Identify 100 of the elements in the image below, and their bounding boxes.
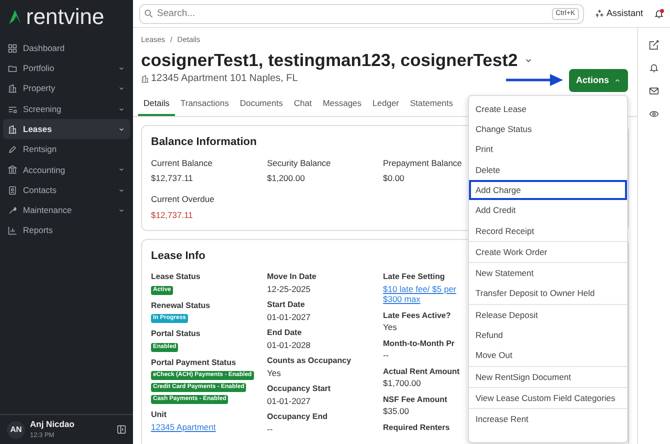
menu-item[interactable]: Release Deposit — [469, 304, 627, 326]
field-label: Month-to-Month Pr — [383, 338, 455, 349]
logo-text: rentvine — [26, 6, 104, 28]
field-label: Current Overdue — [151, 193, 214, 206]
menu-item[interactable]: Create Lease — [469, 99, 627, 120]
eye-icon[interactable] — [649, 109, 659, 119]
sidebar-item[interactable]: Leases — [3, 119, 130, 140]
card-title: Balance Information — [151, 135, 257, 150]
card-title: Lease Info — [151, 248, 206, 264]
field-value: $12,737.11 — [151, 208, 193, 222]
menu-item[interactable]: Increase Rent — [469, 409, 627, 430]
tab[interactable]: Details — [138, 94, 175, 116]
bell-icon[interactable] — [649, 63, 659, 73]
field-value: $12,737.11 — [151, 172, 193, 185]
field-label: Counts as Occupancy — [267, 356, 352, 366]
collapse-sidebar-icon — [117, 425, 126, 434]
field-label: NSF Fee Amount — [383, 394, 448, 405]
grid-icon — [8, 44, 17, 53]
menu-item[interactable]: Move Out — [469, 346, 627, 366]
field-value: Yes — [383, 322, 397, 332]
folder-icon — [8, 64, 17, 73]
field-value: Yes — [267, 368, 281, 378]
field-value: -- — [267, 424, 273, 434]
list-icon — [8, 104, 17, 114]
chart-icon — [8, 226, 17, 236]
chevron-down-icon — [118, 126, 125, 133]
field-label: Occupancy Start — [267, 384, 331, 394]
menu-item[interactable]: Add Charge — [469, 180, 627, 200]
search-icon — [144, 9, 153, 18]
chevron-down-icon — [118, 207, 125, 214]
field-label: Portal Status — [151, 329, 200, 340]
sidebar-item[interactable]: Screening — [3, 98, 130, 120]
field-value: $1,700.00 — [383, 378, 421, 388]
menu-item[interactable]: Delete — [469, 160, 627, 180]
sidebar-item[interactable]: Property — [3, 78, 130, 99]
contact-icon — [8, 186, 17, 195]
value-link[interactable]: $300 max — [383, 294, 420, 304]
menu-item[interactable]: Record Receipt — [469, 220, 627, 242]
tab[interactable]: Transactions — [174, 94, 234, 116]
field-label: End Date — [267, 328, 302, 338]
tab[interactable]: Ledger — [367, 94, 405, 116]
field-value: -- — [383, 350, 389, 360]
user-avatar: AN — [7, 420, 25, 438]
pen-icon — [8, 145, 17, 154]
sidebar-item[interactable]: Rentsign — [3, 139, 130, 160]
notification-bell[interactable] — [654, 8, 664, 18]
building-icon — [8, 124, 17, 134]
field-label: Late Fee Setting — [383, 272, 445, 282]
chevron-down-icon — [118, 64, 125, 72]
chevron-down-icon — [118, 85, 125, 92]
field-label: Portal Payment Status — [151, 358, 236, 368]
menu-item[interactable]: Create Work Order — [469, 242, 627, 262]
menu-item[interactable]: Print — [469, 140, 627, 160]
chevron-down-icon — [118, 186, 125, 194]
sidebar-item[interactable]: Maintenance — [3, 200, 130, 221]
tab[interactable]: Statements — [404, 94, 459, 116]
menu-item[interactable]: Refund — [469, 325, 627, 346]
tab[interactable]: Chat — [288, 94, 318, 116]
menu-item[interactable]: Change Status — [469, 119, 627, 140]
sidebar-item[interactable]: Dashboard — [3, 38, 130, 58]
menu-item[interactable]: Transfer Deposit to Owner Held — [469, 284, 627, 304]
menu-item[interactable]: View Lease Custom Field Categories — [469, 388, 627, 408]
notification-dot — [660, 8, 664, 12]
chevron-up-icon — [614, 77, 621, 84]
field-value: $0.00 — [383, 172, 404, 185]
page-title: cosignerTest1, testingman123, cosignerTest2 — [141, 50, 518, 72]
annotation-arrow — [506, 74, 563, 86]
field-label: Occupancy End — [267, 412, 328, 422]
field-label: Unit — [151, 410, 167, 420]
field-value: $1,200.00 — [267, 172, 305, 185]
wrench-icon — [8, 206, 17, 216]
building-icon — [8, 84, 17, 94]
sidebar-item[interactable]: Reports — [3, 220, 130, 241]
field-label: Actual Rent Amount — [383, 366, 460, 377]
actions-button[interactable]: Actions — [569, 69, 628, 92]
sidebar-item[interactable]: Contacts — [3, 180, 130, 200]
building-icon — [141, 74, 149, 83]
menu-item[interactable]: New RentSign Document — [469, 366, 627, 388]
field-label: Renewal Status — [151, 300, 210, 311]
field-label: Prepayment Balance — [383, 156, 462, 170]
field-value: 01-01-2027 — [267, 396, 310, 406]
mail-icon[interactable] — [649, 86, 659, 96]
field-value: $35.00 — [383, 406, 409, 416]
field-label: Move In Date — [267, 272, 316, 282]
sidebar-item[interactable]: Portfolio — [3, 58, 130, 79]
assistant-button[interactable]: Assistant — [594, 6, 644, 22]
tab[interactable]: Messages — [317, 94, 368, 116]
value-link[interactable]: $10 late fee/ $5 per — [383, 284, 456, 294]
menu-item[interactable]: New Statement — [469, 263, 627, 284]
field-value: 12-25-2025 — [267, 284, 310, 294]
chevron-down-icon — [118, 166, 125, 174]
sidebar-item[interactable]: Accounting — [3, 160, 130, 180]
value-link[interactable]: 12345 Apartment — [151, 422, 216, 432]
menu-item[interactable]: Add Credit — [469, 200, 627, 221]
sparkle-icon — [595, 9, 604, 18]
edit-icon[interactable] — [649, 40, 659, 50]
field-value: 01-01-2027 — [267, 312, 310, 322]
tab[interactable]: Documents — [234, 94, 288, 116]
field-label: Start Date — [267, 300, 305, 310]
bell-icon — [654, 8, 664, 18]
